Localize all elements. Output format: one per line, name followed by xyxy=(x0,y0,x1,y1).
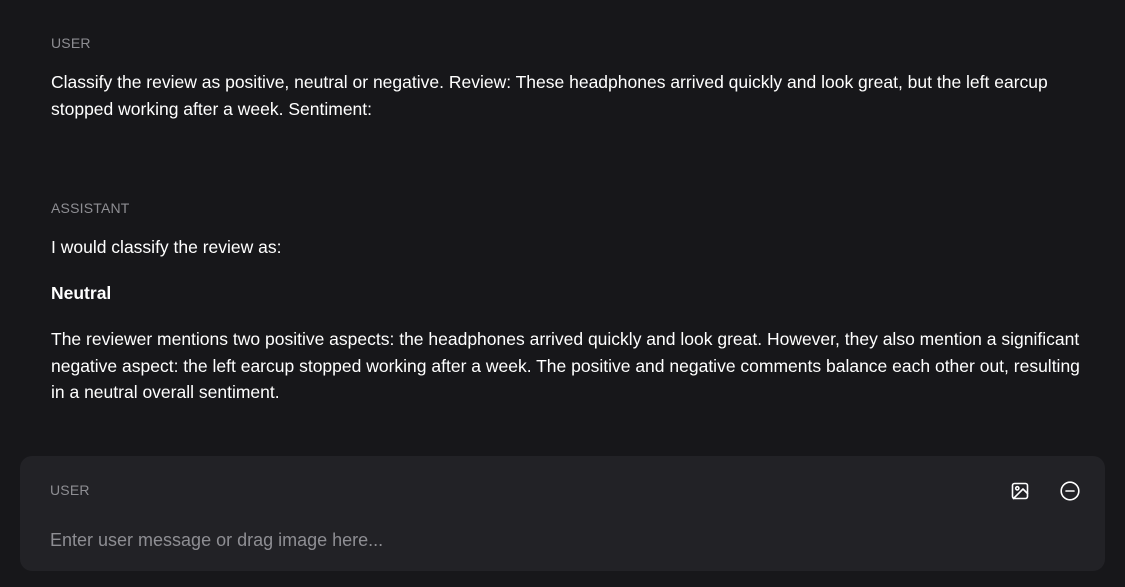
assistant-verdict-text: Neutral xyxy=(51,283,112,303)
assistant-role-label: ASSISTANT xyxy=(51,200,130,216)
user-message-text: Classify the review as positive, neutral… xyxy=(51,72,1048,119)
minus-circle-icon xyxy=(1060,481,1080,501)
remove-message-button[interactable] xyxy=(1057,478,1083,504)
message-composer: USER xyxy=(20,456,1105,571)
message-input[interactable] xyxy=(50,526,950,554)
user-role-label: USER xyxy=(51,35,91,51)
assistant-intro-text: I would classify the review as: xyxy=(51,237,282,257)
image-icon xyxy=(1011,482,1029,500)
assistant-explanation-text: The reviewer mentions two positive aspec… xyxy=(51,329,1080,402)
chat-page: USER Classify the review as positive, ne… xyxy=(0,0,1125,587)
add-image-button[interactable] xyxy=(1007,478,1033,504)
composer-role-label: USER xyxy=(50,482,90,498)
